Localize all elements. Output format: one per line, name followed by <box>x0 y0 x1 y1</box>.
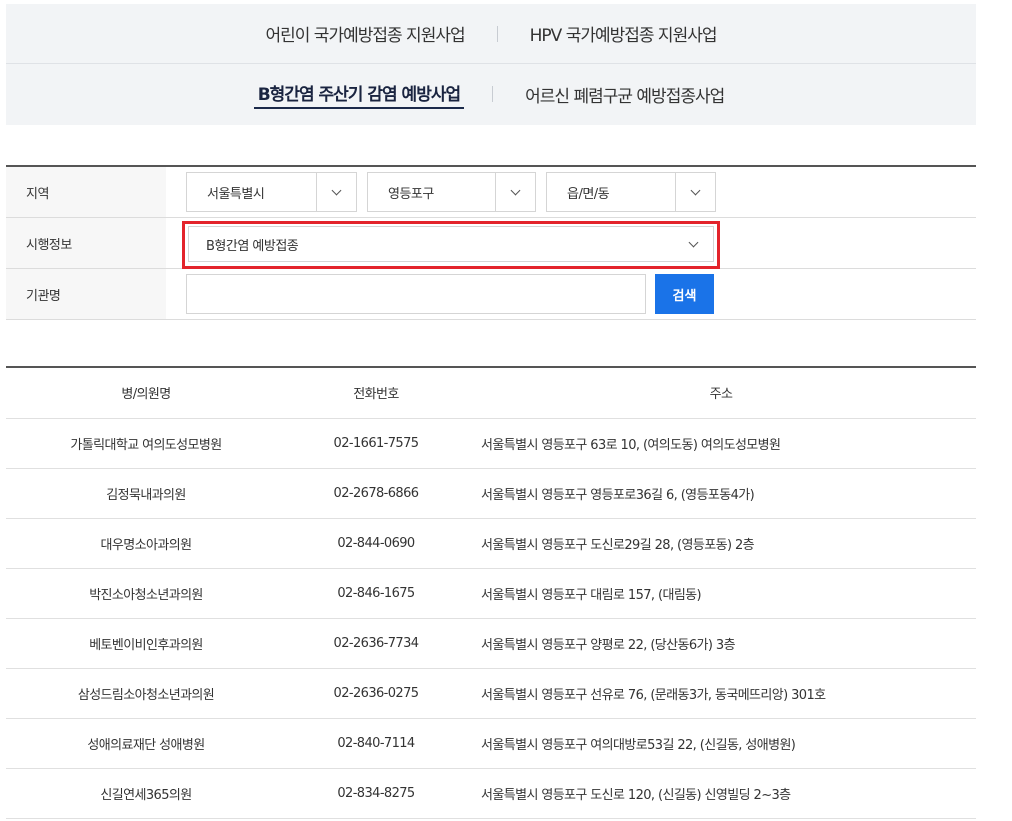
info-label: 시행정보 <box>6 218 166 268</box>
tab-row-2: B형간염 주산기 감염 예방사업 어르신 폐렴구균 예방접종사업 <box>6 64 976 124</box>
phone-number: 02-2678-6866 <box>286 468 466 519</box>
tab-hpv-vaccination[interactable]: HPV 국가예방접종 지원사업 <box>526 21 721 46</box>
chevron-down-icon <box>688 237 698 247</box>
hospital-name: 신길연세365의원 <box>6 768 286 819</box>
tab-hepatitis-b[interactable]: B형간염 주산기 감염 예방사업 <box>253 80 465 109</box>
chevron-down-icon <box>510 185 521 195</box>
info-dropdown-toggle[interactable] <box>673 227 713 261</box>
phone-number: 02-844-0690 <box>286 518 466 569</box>
tab-divider <box>492 86 494 102</box>
address: 서울특별시 영등포구 양평로 22, (당산동6가) 3층 <box>466 618 976 669</box>
chevron-down-icon <box>331 185 342 195</box>
institution-name-input[interactable] <box>186 274 646 314</box>
gu-dropdown-toggle[interactable] <box>495 173 535 211</box>
info-highlight: B형간염 예방접종 <box>182 221 720 269</box>
header-hospital-name: 병/의원명 <box>6 367 286 419</box>
hospital-name: 가톨릭대학교 여의도성모병원 <box>6 418 286 469</box>
table-row[interactable]: 김정묵내과의원 02-2678-6866 서울특별시 영등포구 영등포로36길 … <box>6 468 976 519</box>
filter-row-info: 시행정보 B형간염 예방접종 <box>6 218 976 269</box>
table-row[interactable]: 대우명소아과의원 02-844-0690 서울특별시 영등포구 도신로29길 2… <box>6 518 976 569</box>
address: 서울특별시 영등포구 영등포로36길 6, (영등포동4가) <box>466 468 976 519</box>
sido-dropdown-toggle[interactable] <box>316 173 356 211</box>
filter-row-name: 기관명 검색 <box>6 269 976 320</box>
address: 서울특별시 영등포구 대림로 157, (대림동) <box>466 568 976 619</box>
address: 서울특별시 영등포구 도신로29길 28, (영등포동) 2층 <box>466 518 976 569</box>
hospital-name: 삼성드림소아청소년과의원 <box>6 668 286 719</box>
name-label: 기관명 <box>6 269 166 319</box>
address: 서울특별시 영등포구 선유로 76, (문래동3가, 동국메뜨리앙) 301호 <box>466 668 976 719</box>
header-address: 주소 <box>466 367 976 419</box>
table-row[interactable]: 신길연세365의원 02-834-8275 서울특별시 영등포구 도신로 120… <box>6 768 976 819</box>
hospital-name: 베토벤이비인후과의원 <box>6 618 286 669</box>
address: 서울특별시 영등포구 63로 10, (여의도동) 여의도성모병원 <box>466 418 976 469</box>
tab-divider <box>496 25 498 42</box>
gu-select[interactable]: 영등포구 <box>367 172 536 212</box>
table-row[interactable]: 성애의료재단 성애병원 02-840-7114 서울특별시 영등포구 여의대방로… <box>6 718 976 769</box>
table-row[interactable]: 베토벤이비인후과의원 02-2636-7734 서울특별시 영등포구 양평로 2… <box>6 618 976 669</box>
phone-number: 02-834-8275 <box>286 768 466 819</box>
address: 서울특별시 영등포구 여의대방로53길 22, (신길동, 성애병원) <box>466 718 976 769</box>
tab-row-1: 어린이 국가예방접종 지원사업 HPV 국가예방접종 지원사업 <box>6 4 976 64</box>
filter-row-region: 지역 서울특별시 영등포구 읍/면/동 <box>6 167 976 218</box>
table-row[interactable]: 삼성드림소아청소년과의원 02-2636-0275 서울특별시 영등포구 선유로… <box>6 668 976 719</box>
region-label: 지역 <box>6 167 166 217</box>
hospital-name: 성애의료재단 성애병원 <box>6 718 286 769</box>
dong-value: 읍/면/동 <box>567 186 610 202</box>
sido-select[interactable]: 서울특별시 <box>186 172 357 212</box>
name-body: 검색 <box>166 269 976 319</box>
region-selects: 서울특별시 영등포구 읍/면/동 <box>166 167 976 217</box>
table-row[interactable]: 가톨릭대학교 여의도성모병원 02-1661-7575 서울특별시 영등포구 6… <box>6 418 976 469</box>
header-phone: 전화번호 <box>286 367 466 419</box>
phone-number: 02-2636-7734 <box>286 618 466 669</box>
phone-number: 02-2636-0275 <box>286 668 466 719</box>
tab-child-vaccination[interactable]: 어린이 국가예방접종 지원사업 <box>261 21 468 46</box>
hospital-name: 박진소아청소년과의원 <box>6 568 286 619</box>
hospital-name: 김정묵내과의원 <box>6 468 286 519</box>
gu-value: 영등포구 <box>388 186 434 202</box>
table-row[interactable]: 박진소아청소년과의원 02-846-1675 서울특별시 영등포구 대림로 15… <box>6 568 976 619</box>
sido-value: 서울특별시 <box>207 186 265 202</box>
hospital-name: 대우명소아과의원 <box>6 518 286 569</box>
table-header-row: 병/의원명 전화번호 주소 <box>6 367 976 419</box>
search-filter: 지역 서울특별시 영등포구 읍/면/동 시행정보 B형간염 예방접종 기관명 검… <box>6 165 976 320</box>
tab-pneumococcal[interactable]: 어르신 폐렴구균 예방접종사업 <box>521 82 728 107</box>
info-value: B형간염 예방접종 <box>206 238 299 254</box>
phone-number: 02-840-7114 <box>286 718 466 769</box>
program-tabs: 어린이 국가예방접종 지원사업 HPV 국가예방접종 지원사업 B형간염 주산기… <box>6 4 976 125</box>
phone-number: 02-1661-7575 <box>286 418 466 469</box>
address: 서울특별시 영등포구 도신로 120, (신길동) 신영빌딩 2~3층 <box>466 768 976 819</box>
dong-dropdown-toggle[interactable] <box>675 173 715 211</box>
chevron-down-icon <box>690 185 701 195</box>
info-select[interactable]: B형간염 예방접종 <box>188 226 714 262</box>
search-button[interactable]: 검색 <box>655 274 714 314</box>
dong-select[interactable]: 읍/면/동 <box>546 172 716 212</box>
phone-number: 02-846-1675 <box>286 568 466 619</box>
results-table: 병/의원명 전화번호 주소 가톨릭대학교 여의도성모병원 02-1661-757… <box>6 366 976 819</box>
